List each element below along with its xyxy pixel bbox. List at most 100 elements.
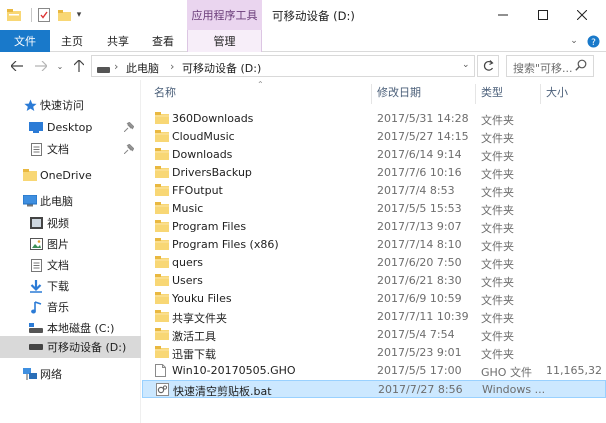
star-icon (23, 98, 37, 112)
tab-file[interactable]: 文件 (0, 30, 50, 52)
sidebar-item-network[interactable]: 网络 (0, 363, 141, 385)
file-name: CloudMusic (172, 130, 235, 143)
document-icon (29, 142, 43, 156)
table-row[interactable]: 360Downloads 2017/5/31 14:28 文件夹 (142, 110, 606, 128)
column-header-type[interactable]: 类型 (481, 84, 503, 104)
breadcrumb-this-pc[interactable]: 此电脑 (126, 60, 159, 76)
breadcrumb-separator-icon[interactable]: › (114, 60, 118, 73)
table-row[interactable]: DriversBackup 2017/7/6 10:16 文件夹 (142, 164, 606, 182)
breadcrumb-separator-icon[interactable]: › (170, 60, 174, 73)
sidebar-label: 图片 (47, 238, 69, 251)
context-tab-app-tools: 应用程序工具 (187, 0, 262, 30)
column-header-name[interactable]: 名称 (154, 84, 176, 104)
minimize-button[interactable] (484, 0, 522, 30)
search-input[interactable]: 搜索"可移... (513, 60, 573, 76)
breadcrumb-removable-drive[interactable]: 可移动设备 (D:) (182, 60, 261, 76)
file-modified-date: 2017/7/14 8:10 (377, 238, 462, 251)
table-row[interactable]: 迅雷下载 2017/5/23 9:01 文件夹 (142, 344, 606, 362)
table-row[interactable]: Win10-20170505.GHO 2017/5/5 17:00 GHO 文件 11… (142, 362, 606, 380)
refresh-button[interactable] (477, 55, 499, 77)
column-separator[interactable] (475, 84, 476, 104)
pin-icon[interactable] (123, 121, 135, 133)
sidebar-label: 可移动设备 (D:) (47, 341, 127, 354)
sidebar-label: 网络 (40, 368, 62, 381)
sidebar-item-downloads[interactable]: 下载 (0, 275, 141, 297)
up-arrow-icon[interactable] (70, 57, 88, 75)
file-type: 文件夹 (481, 294, 514, 307)
table-row[interactable]: 快速清空剪贴板.bat 2017/7/27 8:56 Windows ... (142, 380, 606, 398)
table-row[interactable]: Youku Files 2017/6/9 10:59 文件夹 (142, 290, 606, 308)
sidebar-item-this-pc[interactable]: 此电脑 (0, 190, 141, 212)
table-row[interactable]: CloudMusic 2017/5/27 14:15 文件夹 (142, 128, 606, 146)
file-type: 文件夹 (481, 258, 514, 271)
system-drive-icon (29, 321, 43, 335)
tab-share[interactable]: 共享 (98, 30, 138, 52)
file-modified-date: 2017/5/27 14:15 (377, 130, 469, 143)
svg-text:?: ? (591, 37, 596, 47)
file-name: Users (172, 274, 203, 287)
tab-home[interactable]: 主页 (52, 30, 92, 52)
sidebar-item-onedrive[interactable]: OneDrive (0, 164, 141, 186)
back-arrow-icon[interactable] (8, 57, 26, 75)
table-row[interactable]: Program Files (x86) 2017/7/14 8:10 文件夹 (142, 236, 606, 254)
sidebar-item-pictures[interactable]: 图片 (0, 233, 141, 255)
file-modified-date: 2017/6/14 9:14 (377, 148, 462, 161)
sidebar-item-videos[interactable]: 视频 (0, 212, 141, 234)
table-row[interactable]: Program Files 2017/7/13 9:07 文件夹 (142, 218, 606, 236)
tab-view[interactable]: 查看 (143, 30, 183, 52)
sidebar-label: 文档 (47, 143, 69, 156)
table-row[interactable]: FFOutput 2017/7/4 8:53 文件夹 (142, 182, 606, 200)
help-icon[interactable]: ? (585, 30, 601, 52)
sidebar-item-removable-drive-d[interactable]: 可移动设备 (D:) (0, 336, 141, 358)
properties-icon[interactable] (36, 7, 52, 23)
column-header-date[interactable]: 修改日期 (377, 84, 421, 104)
file-name: Program Files (x86) (172, 238, 279, 251)
folder-icon (155, 130, 169, 143)
sidebar-item-music[interactable]: 音乐 (0, 296, 141, 318)
picture-icon (29, 237, 43, 251)
folder-icon (155, 184, 169, 197)
file-modified-date: 2017/7/11 10:39 (377, 310, 469, 323)
file-modified-date: 2017/5/5 15:53 (377, 202, 462, 215)
sidebar-item-quick-access[interactable]: 快速访问 (0, 94, 141, 116)
customize-qa-icon[interactable]: ▾ (73, 7, 85, 23)
table-row[interactable]: Users 2017/6/21 8:30 文件夹 (142, 272, 606, 290)
table-row[interactable]: Downloads 2017/6/14 9:14 文件夹 (142, 146, 606, 164)
sidebar-label: 文档 (47, 259, 69, 272)
sidebar-item-documents[interactable]: 文档 (0, 254, 141, 276)
table-row[interactable]: quers 2017/6/20 7:50 文件夹 (142, 254, 606, 272)
address-dropdown-icon[interactable]: ⌄ (462, 60, 470, 70)
column-separator[interactable] (540, 84, 541, 104)
ribbon-tabs: 文件 主页 共享 查看 管理 ⌄ ? (0, 30, 606, 52)
recent-locations-icon[interactable]: ⌄ (54, 57, 66, 75)
file-name: 快速清空剪贴板.bat (173, 385, 272, 398)
maximize-button[interactable] (524, 0, 562, 30)
table-row[interactable]: 共享文件夹 2017/7/11 10:39 文件夹 (142, 308, 606, 326)
file-type: 文件夹 (481, 186, 514, 199)
column-header-size[interactable]: 大小 (546, 84, 568, 104)
file-type: 文件夹 (481, 168, 514, 181)
table-row[interactable]: 激活工具 2017/5/4 7:54 文件夹 (142, 326, 606, 344)
forward-arrow-icon[interactable] (32, 57, 50, 75)
sidebar-item-desktop[interactable]: Desktop (0, 116, 141, 138)
file-modified-date: 2017/5/5 17:00 (377, 364, 462, 377)
tab-manage[interactable]: 管理 (187, 30, 262, 52)
music-note-icon (29, 300, 43, 314)
sort-ascending-icon: ⌃ (257, 80, 264, 89)
address-bar[interactable]: › 此电脑 › 可移动设备 (D:) ⌄ (91, 55, 475, 77)
column-separator[interactable] (371, 84, 372, 104)
chevron-down-icon[interactable]: ⌄ (566, 30, 582, 52)
sidebar-item-documents-pinned[interactable]: 文档 (0, 138, 141, 160)
file-icon (155, 364, 169, 377)
search-box[interactable]: 搜索"可移... (506, 55, 594, 77)
folder-icon (155, 346, 169, 359)
file-type: 文件夹 (481, 312, 514, 325)
close-button[interactable] (563, 0, 601, 30)
pin-icon[interactable] (123, 143, 135, 155)
search-icon[interactable] (575, 59, 588, 72)
table-row[interactable]: Music 2017/5/5 15:53 文件夹 (142, 200, 606, 218)
computer-icon (23, 194, 37, 208)
new-folder-icon[interactable] (56, 7, 72, 23)
app-icon[interactable] (6, 7, 22, 23)
file-modified-date: 2017/7/13 9:07 (377, 220, 462, 233)
